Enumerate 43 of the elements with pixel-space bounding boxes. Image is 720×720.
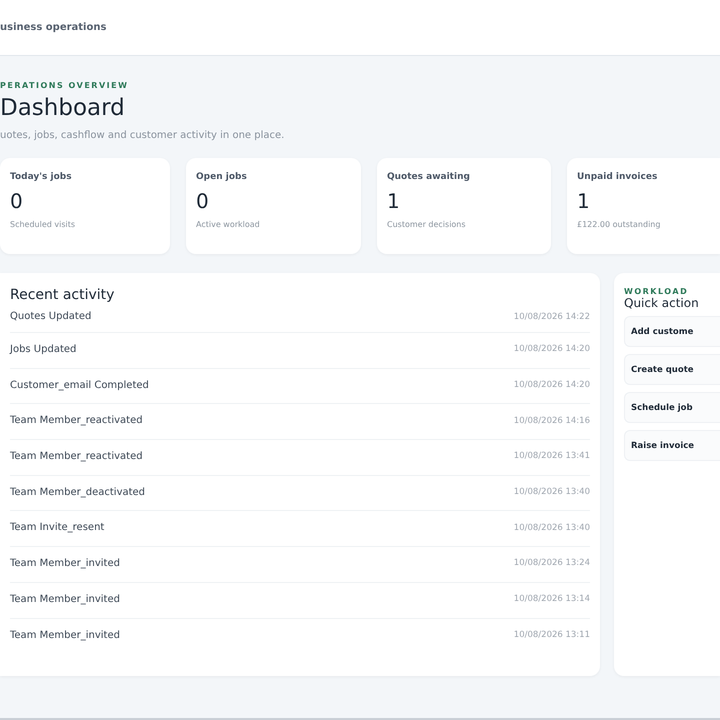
- section-label: WORKLOAD: [624, 287, 690, 296]
- panel-title: Recent activity: [10, 287, 116, 303]
- activity-event: Team Member_invited: [10, 594, 120, 605]
- stat-note: Active workload: [196, 220, 261, 229]
- stat-note: £122.00 outstanding: [577, 220, 662, 229]
- page-title: Dashboard: [0, 94, 126, 122]
- quick-action-button[interactable]: Schedule job: [624, 392, 720, 423]
- activity-time: 10/08/2026 14:22: [514, 312, 590, 322]
- stat-label: Unpaid invoices: [577, 172, 658, 182]
- activity-time: 10/08/2026 13:14: [514, 594, 590, 604]
- panel-title: Quick action: [624, 296, 700, 310]
- stat-value: 0: [196, 189, 210, 213]
- quick-action-button[interactable]: Create quote: [624, 354, 720, 385]
- activity-event: Team Member_invited: [10, 558, 120, 569]
- activity-event: Team Member_reactivated: [10, 415, 143, 426]
- stat-value: 0: [10, 189, 24, 213]
- quick-action-button[interactable]: Add custome: [624, 316, 720, 347]
- stat-value: 1: [577, 189, 591, 213]
- activity-time: 10/08/2026 14:20: [514, 344, 590, 354]
- activity-event: Customer_email Completed: [10, 380, 149, 391]
- activity-time: 10/08/2026 14:20: [514, 380, 590, 390]
- section-label: PERATIONS OVERVIEW: [0, 81, 130, 90]
- activity-event: Team Member_deactivated: [10, 486, 146, 498]
- activity-time: 10/08/2026 13:40: [514, 522, 590, 533]
- activity-event: Team Member_invited: [10, 630, 120, 641]
- activity-time: 10/08/2026 13:11: [514, 630, 590, 640]
- activity-time: 10/08/2026 13:40: [514, 487, 590, 498]
- stat-label: Quotes awaiting: [387, 172, 471, 182]
- activity-time: 10/08/2026 13:24: [514, 558, 590, 568]
- activity-event: Jobs Updated: [10, 344, 76, 355]
- stat-label: Open jobs: [196, 172, 248, 182]
- page-subtitle: uotes, jobs, cashflow and customer activity in one place.: [0, 130, 286, 141]
- stat-note: Customer decisions: [387, 220, 467, 229]
- activity-time: 10/08/2026 14:16: [514, 416, 590, 426]
- activity-event: Team Member_reactivated: [10, 450, 143, 462]
- activity-time: 10/08/2026 13:41: [514, 451, 590, 462]
- stat-label: Today's jobs: [10, 172, 73, 182]
- activity-event: Team Invite_resent: [10, 522, 104, 534]
- stat-value: 1: [387, 189, 401, 213]
- activity-event: Quotes Updated: [10, 311, 92, 322]
- app-subtitle: usiness operations: [0, 22, 106, 33]
- stat-note: Scheduled visits: [10, 220, 76, 229]
- quick-action-button[interactable]: Raise invoice: [624, 430, 720, 461]
